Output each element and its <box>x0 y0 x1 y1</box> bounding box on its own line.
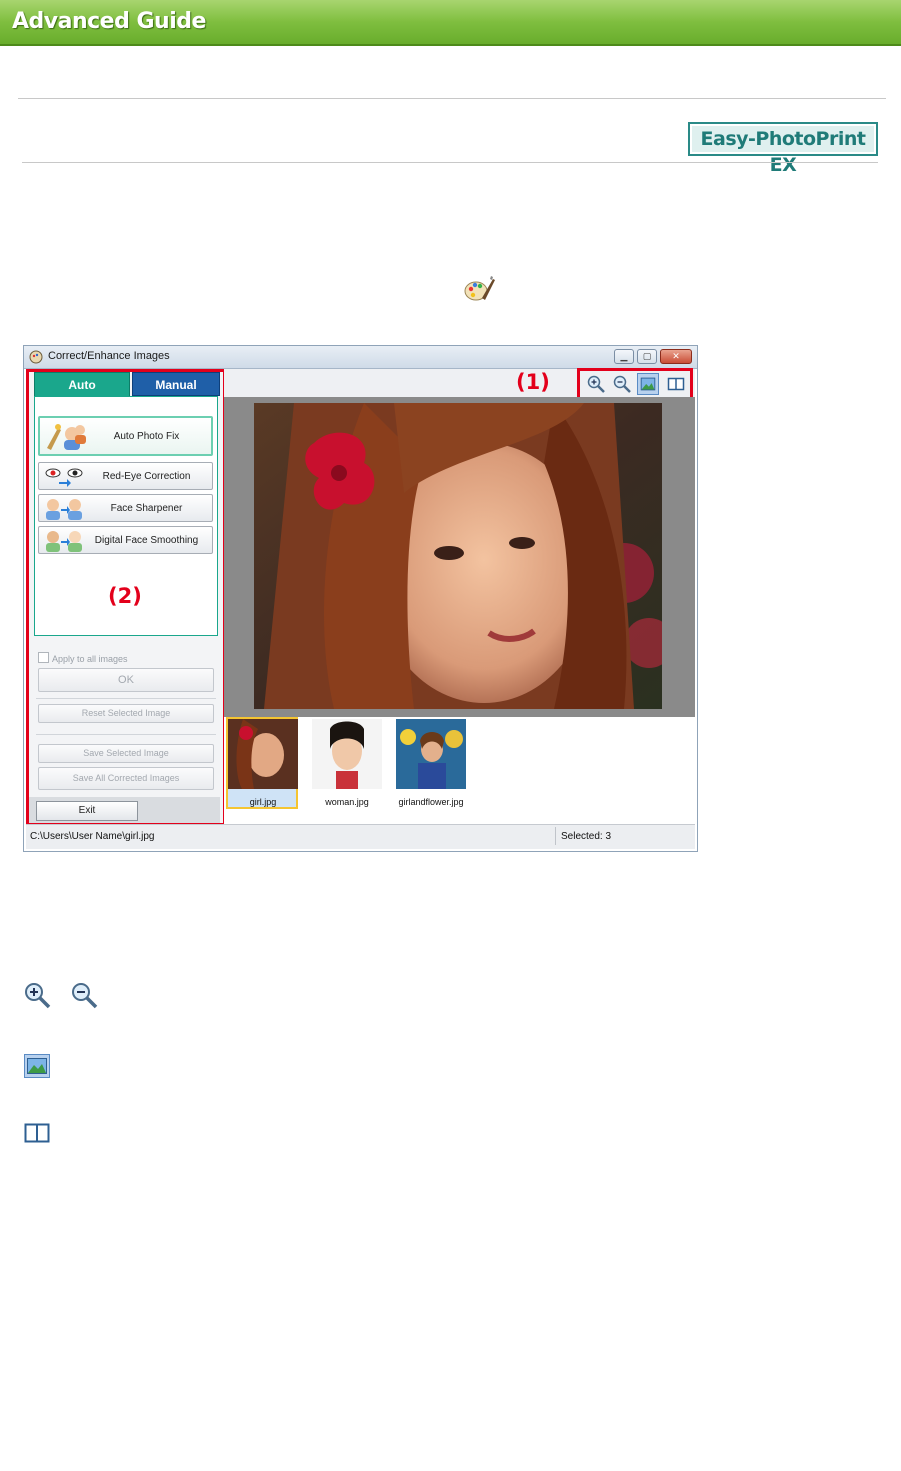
product-logo: Easy-PhotoPrint EX <box>688 122 878 176</box>
app-icon <box>29 350 43 364</box>
status-bar: C:\Users\User Name\girl.jpg Selected: 3 <box>26 824 695 849</box>
status-selected-count: Selected: 3 <box>561 831 612 842</box>
callout-1: (1) <box>516 370 550 394</box>
window-title: Correct/Enhance Images <box>48 350 170 362</box>
minimize-button[interactable]: ▁ <box>614 349 634 364</box>
correct-enhance-icon <box>464 276 495 301</box>
thumbnail-girl[interactable] <box>228 719 298 789</box>
preview-photo <box>254 403 662 709</box>
correct-enhance-window: Correct/Enhance Images ▁ ▢ ✕ Auto Manual… <box>23 345 698 852</box>
status-divider <box>555 827 556 845</box>
thumbnail-label-girlandflower: girlandflower.jpg <box>398 797 464 807</box>
image-preview-area <box>224 397 695 717</box>
status-file-path: C:\Users\User Name\girl.jpg <box>30 831 155 842</box>
page-header-title: Advanced Guide <box>12 9 206 34</box>
maximize-button[interactable]: ▢ <box>637 349 657 364</box>
thumbnail-label-girl: girl.jpg <box>249 797 277 807</box>
highlight-box-1 <box>577 368 693 400</box>
whole-image-view-legend-icon <box>24 1054 50 1078</box>
close-button[interactable]: ✕ <box>660 349 692 364</box>
compare-view-legend-icon <box>24 1123 50 1143</box>
thumbnail-woman[interactable] <box>312 719 382 789</box>
zoom-out-legend-icon <box>72 983 98 1009</box>
thumbnail-label-woman: woman.jpg <box>325 797 369 807</box>
window-titlebar: Correct/Enhance Images ▁ ▢ ✕ <box>24 346 697 369</box>
thumbnail-girlandflower[interactable] <box>396 719 466 789</box>
header-banner: Advanced Guide <box>0 0 901 46</box>
product-logo-text: Easy-PhotoPrint EX <box>692 126 874 176</box>
divider-top <box>18 98 886 99</box>
zoom-in-legend-icon <box>25 983 51 1009</box>
highlight-box-2 <box>26 369 226 826</box>
divider-bottom <box>22 162 878 163</box>
